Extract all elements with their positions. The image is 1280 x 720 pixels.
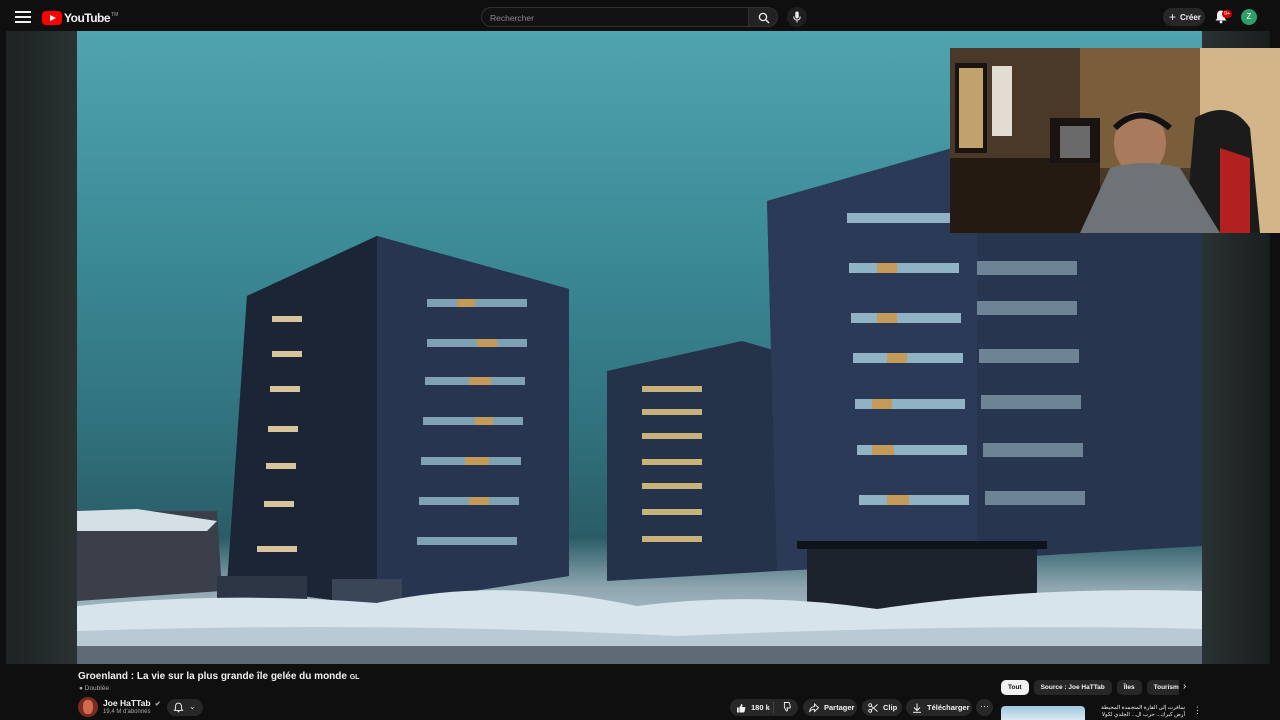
- dubbed-label: ● Doublée: [79, 685, 109, 692]
- voice-search-button[interactable]: [787, 7, 807, 27]
- scissors-icon: [868, 702, 878, 713]
- clip-button[interactable]: Clip: [862, 699, 902, 716]
- thumbs-up-icon: [737, 703, 746, 712]
- create-button[interactable]: + Créer: [1163, 8, 1205, 26]
- chevron-down-icon: ⌄: [189, 702, 196, 711]
- flag-code: GL: [349, 674, 360, 681]
- youtube-play-icon: [42, 10, 62, 25]
- notification-badge: 9+: [1222, 10, 1233, 18]
- logo-trademark: TM: [111, 11, 119, 18]
- download-button[interactable]: Télécharger: [906, 699, 972, 716]
- plus-icon: +: [1169, 10, 1177, 24]
- bell-icon: [173, 702, 184, 713]
- like-button[interactable]: 180 k: [730, 702, 774, 713]
- like-dislike-group: 180 k: [730, 699, 798, 716]
- youtube-logo[interactable]: YouTube TM: [42, 10, 118, 25]
- search-button[interactable]: [748, 7, 778, 27]
- search-box: [481, 7, 749, 27]
- dislike-button[interactable]: [774, 701, 796, 714]
- thumbs-down-icon: [783, 701, 791, 711]
- logo-text: YouTube: [64, 10, 111, 25]
- search-input[interactable]: [482, 9, 748, 27]
- mic-icon: [793, 11, 801, 23]
- recommended-video-title[interactable]: سافرت إلى القارة المتجمدة المحيطة أرض كب…: [1090, 705, 1185, 719]
- clip-label: Clip: [883, 703, 898, 712]
- video-title-text: Groenland : La vie sur la plus grande îl…: [78, 671, 347, 682]
- chip-all[interactable]: Tout: [1001, 680, 1029, 695]
- chip-bar: Tout Source : Joe HaTTab Îles Tourisme: [1001, 678, 1179, 698]
- share-button[interactable]: Partager: [803, 699, 857, 716]
- download-icon: [913, 703, 921, 713]
- chevron-right-icon[interactable]: ›: [1183, 681, 1186, 692]
- like-count: 180 k: [751, 703, 770, 712]
- webcam-overlay: [950, 48, 1280, 233]
- more-vert-icon[interactable]: ⋮: [1193, 705, 1202, 716]
- create-label: Créer: [1180, 12, 1201, 22]
- menu-icon[interactable]: [14, 9, 32, 25]
- channel-avatar[interactable]: [78, 697, 98, 717]
- more-actions-button[interactable]: ⋯: [976, 699, 993, 716]
- webcam-scene: [950, 48, 1280, 233]
- chip-islands[interactable]: Îles: [1116, 680, 1142, 695]
- chip-list: Tout Source : Joe HaTTab Îles Tourisme: [1001, 680, 1179, 695]
- share-label: Partager: [824, 703, 855, 712]
- channel-name[interactable]: Joe HaTTab ✔: [103, 698, 161, 708]
- dubbed-text: Doublée: [84, 685, 109, 692]
- top-bar: YouTube TM + Créer 9+ Z: [0, 0, 1280, 34]
- channel-name-text: Joe HaTTab: [103, 698, 151, 708]
- search-icon: [758, 12, 770, 24]
- subscription-bell-button[interactable]: ⌄: [167, 699, 203, 716]
- account-avatar[interactable]: Z: [1241, 9, 1257, 25]
- recommended-video-thumbnail[interactable]: [1001, 706, 1085, 720]
- verified-icon: ✔: [154, 701, 161, 708]
- player-ambient-left: [6, 31, 77, 664]
- subscriber-count: 19,4 M d'abonnés: [103, 709, 151, 715]
- chip-source[interactable]: Source : Joe HaTTab: [1033, 680, 1112, 695]
- dubbed-icon: ●: [79, 685, 83, 692]
- download-label: Télécharger: [927, 703, 970, 712]
- share-icon: [809, 702, 819, 713]
- chip-tourism[interactable]: Tourisme: [1146, 680, 1179, 695]
- video-title: Groenland : La vie sur la plus grande îl…: [78, 671, 359, 682]
